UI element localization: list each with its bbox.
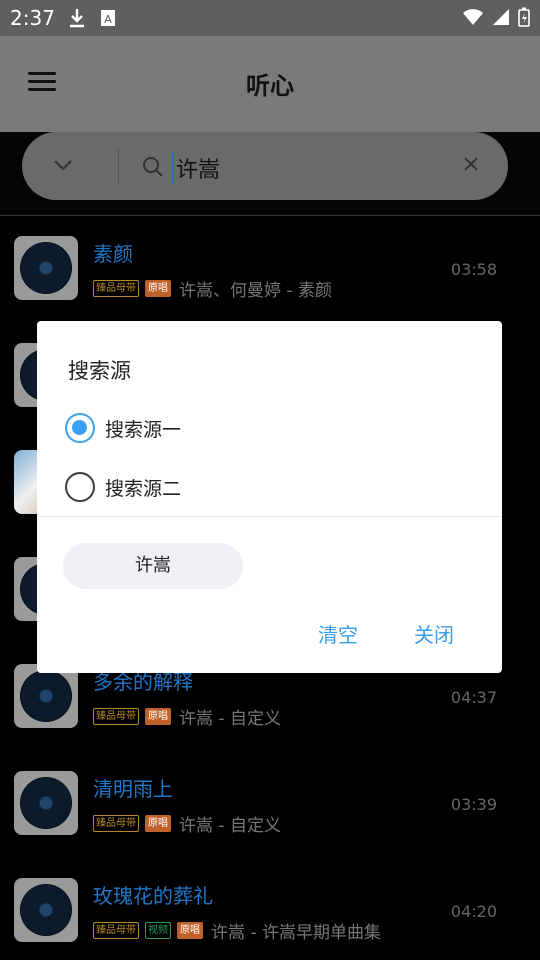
source-option-2[interactable]: 搜索源二 bbox=[65, 469, 181, 505]
song-meta: 臻品母带 原唱 许嵩 - 自定义 bbox=[93, 704, 281, 729]
original-tag: 原唱 bbox=[145, 708, 171, 725]
radio-button[interactable] bbox=[65, 472, 95, 502]
close-button[interactable]: 关闭 bbox=[414, 619, 454, 648]
search-area: 许嵩 bbox=[0, 132, 540, 216]
song-row[interactable]: 清明雨上 臻品母带 原唱 许嵩 - 自定义 03:39 bbox=[0, 751, 540, 858]
original-tag: 原唱 bbox=[145, 280, 171, 297]
song-artist: 许嵩 - 许嵩早期单曲集 bbox=[211, 923, 381, 943]
search-bar[interactable]: 许嵩 bbox=[22, 132, 508, 200]
song-artist: 许嵩、何曼婷 - 素颜 bbox=[179, 281, 332, 301]
quality-tag: 臻品母带 bbox=[93, 708, 139, 725]
signal-icon bbox=[493, 9, 509, 25]
search-source-dialog: 搜索源 搜索源一 搜索源二 许嵩 清空 关闭 bbox=[37, 321, 502, 673]
song-duration: 03:39 bbox=[450, 795, 497, 814]
font-icon: A bbox=[101, 10, 115, 26]
app-bar: 听心 bbox=[0, 36, 540, 132]
search-input[interactable]: 许嵩 bbox=[172, 152, 220, 184]
quality-tag: 臻品母带 bbox=[93, 922, 139, 939]
song-title: 素颜 bbox=[93, 242, 133, 266]
source-option-1[interactable]: 搜索源一 bbox=[65, 410, 181, 446]
status-icons-right bbox=[462, 7, 530, 27]
song-artist: 许嵩 - 自定义 bbox=[179, 816, 281, 836]
song-row[interactable]: 玫瑰花的葬礼 臻品母带 视频 原唱 许嵩 - 许嵩早期单曲集 04:20 bbox=[0, 858, 540, 960]
song-title: 清明雨上 bbox=[93, 777, 173, 801]
app-title: 听心 bbox=[246, 72, 294, 100]
quality-tag: 臻品母带 bbox=[93, 280, 139, 297]
song-title: 玫瑰花的葬礼 bbox=[93, 884, 213, 908]
album-cover bbox=[14, 236, 78, 300]
history-chip[interactable]: 许嵩 bbox=[63, 543, 243, 589]
status-time: 2:37 bbox=[10, 6, 55, 30]
song-duration: 04:37 bbox=[450, 688, 497, 707]
original-tag: 原唱 bbox=[177, 922, 203, 939]
quality-tag: 臻品母带 bbox=[93, 815, 139, 832]
song-meta: 臻品母带 原唱 许嵩、何曼婷 - 素颜 bbox=[93, 276, 332, 301]
chevron-down-icon[interactable] bbox=[52, 156, 74, 172]
song-duration: 03:58 bbox=[450, 260, 497, 279]
status-bar: 2:37 A bbox=[0, 0, 540, 36]
clear-button[interactable]: 清空 bbox=[318, 619, 358, 648]
close-icon[interactable] bbox=[462, 155, 480, 173]
song-artist: 许嵩 - 自定义 bbox=[179, 709, 281, 729]
battery-icon bbox=[518, 7, 530, 27]
radio-label: 搜索源一 bbox=[105, 418, 182, 441]
wifi-icon bbox=[463, 9, 483, 25]
video-tag: 视频 bbox=[145, 922, 171, 939]
song-meta: 臻品母带 视频 原唱 许嵩 - 许嵩早期单曲集 bbox=[93, 918, 381, 943]
search-icon bbox=[143, 157, 163, 177]
radio-button[interactable] bbox=[65, 413, 95, 443]
radio-label: 搜索源二 bbox=[105, 477, 182, 500]
search-divider bbox=[118, 148, 119, 184]
album-cover bbox=[14, 664, 78, 728]
song-meta: 臻品母带 原唱 许嵩 - 自定义 bbox=[93, 811, 281, 836]
original-tag: 原唱 bbox=[145, 815, 171, 832]
dialog-divider bbox=[37, 516, 502, 517]
album-cover bbox=[14, 771, 78, 835]
download-icon bbox=[70, 9, 84, 28]
dialog-title: 搜索源 bbox=[68, 359, 131, 383]
album-cover bbox=[14, 878, 78, 942]
svg-text:A: A bbox=[104, 13, 112, 26]
status-icons-left: A bbox=[68, 8, 116, 28]
song-duration: 04:20 bbox=[450, 902, 497, 921]
song-row[interactable]: 素颜 臻品母带 原唱 许嵩、何曼婷 - 素颜 03:58 bbox=[0, 216, 540, 323]
